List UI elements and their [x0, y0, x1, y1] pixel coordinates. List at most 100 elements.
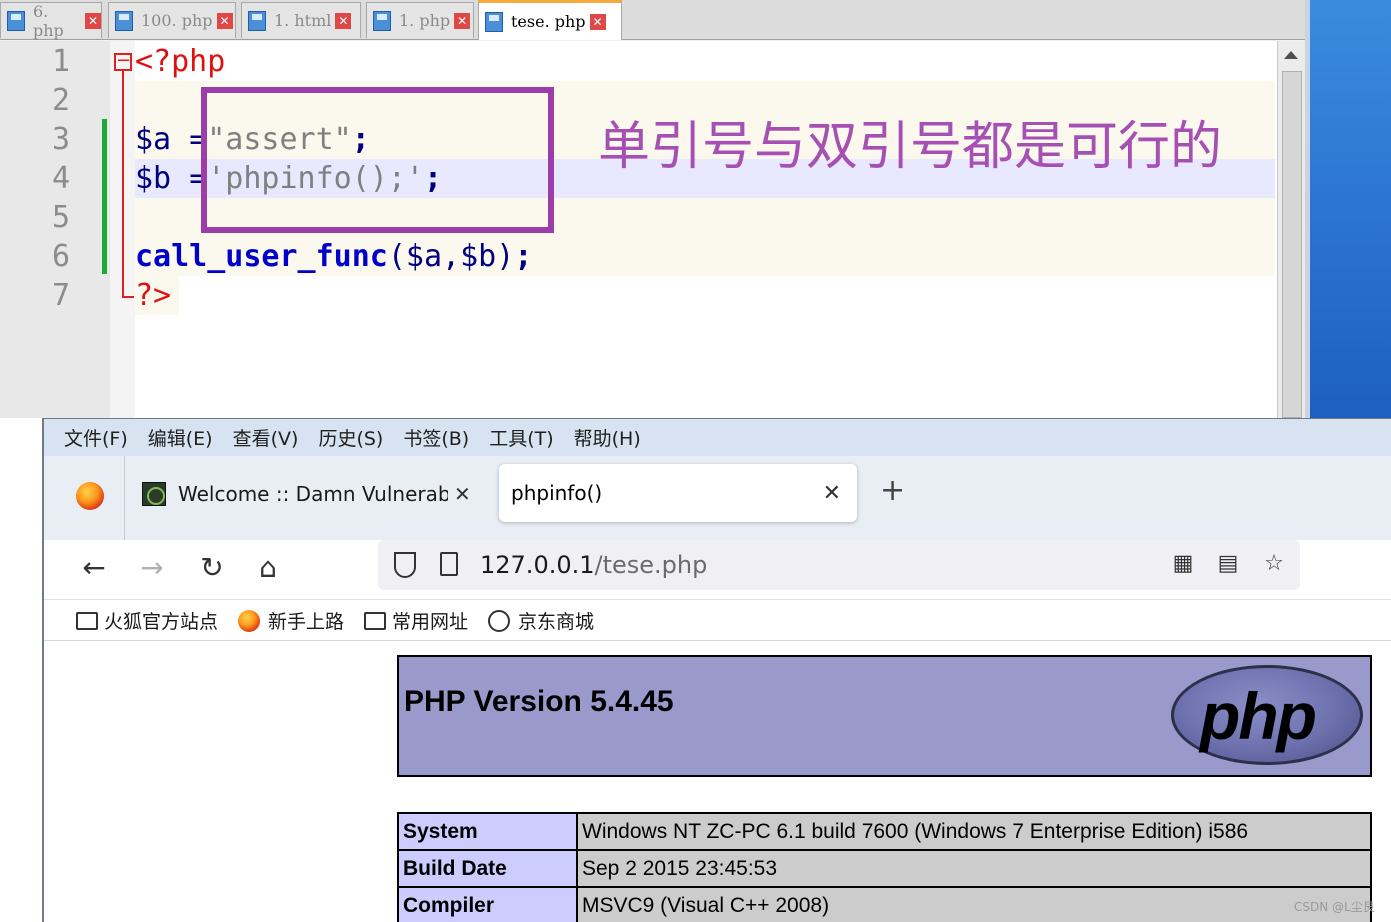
php-open-tag: <?php [135, 44, 226, 79]
file-tab[interactable]: 6. php ✕ [0, 1, 102, 40]
home-button[interactable]: ⌂ [250, 550, 286, 586]
file-tab[interactable]: 1. php ✕ [366, 2, 474, 38]
line-number: 4 [51, 161, 70, 196]
browser-tab-active[interactable]: phpinfo() ✕ [499, 464, 857, 522]
table-row: Build Date Sep 2 2015 23:45:53 [397, 849, 1372, 888]
menu-bar: 文件(F) 编辑(E) 查看(V) 历史(S) 书签(B) 工具(T) 帮助(H… [44, 419, 1391, 456]
line-number-gutter: 1 2 3 4 5 6 7 [0, 41, 110, 418]
php-logo[interactable]: php [1171, 665, 1363, 765]
code-line: <?php [135, 42, 1275, 81]
phpinfo-header: PHP Version 5.4.45 php [397, 655, 1372, 777]
code-token: $a [135, 122, 190, 157]
file-tab-active[interactable]: tese. php ✕ [478, 0, 622, 40]
desktop-background [1310, 0, 1391, 418]
scroll-up-icon[interactable] [1284, 51, 1298, 59]
tab-title: phpinfo() [511, 481, 603, 505]
table-value: MSVC9 (Visual C++ 2008) [576, 886, 1372, 922]
globe-icon [488, 609, 511, 632]
folder-icon [364, 611, 387, 630]
close-tab-icon[interactable]: ✕ [823, 481, 841, 506]
file-tab-label: tese. php [511, 12, 586, 31]
php-logo-text: php [1200, 679, 1317, 753]
file-tab-label: 6. php [33, 1, 64, 40]
address-bar[interactable]: 127.0.0.1/tese.php ▦ ▤ ☆ [378, 540, 1300, 590]
file-save-icon [373, 10, 391, 31]
table-value: Windows NT ZC-PC 6.1 build 7600 (Windows… [576, 812, 1372, 851]
menu-help[interactable]: 帮助(H) [574, 424, 641, 451]
close-icon[interactable]: ✕ [589, 13, 606, 30]
file-tab-bar: 6. php ✕ 100. php ✕ 1. html ✕ 1. php ✕ t… [0, 0, 1320, 40]
table-value: Sep 2 2015 23:45:53 [576, 849, 1372, 888]
annotation-text: 单引号与双引号都是可行的 [598, 117, 1223, 177]
code-token: ; [514, 239, 533, 274]
bookmark-item[interactable]: 火狐官方站点 [76, 607, 218, 634]
line-number: 3 [51, 122, 70, 157]
qr-code-icon[interactable]: ▦ [1171, 552, 1195, 576]
bookmark-label: 新手上路 [268, 611, 345, 633]
file-save-icon [115, 10, 133, 31]
file-tab-label: 100. php [141, 11, 213, 30]
file-save-icon [485, 11, 503, 32]
table-key: System [397, 812, 578, 851]
table-row: Compiler MSVC9 (Visual C++ 2008) [397, 886, 1372, 922]
phpinfo-table: System Windows NT ZC-PC 6.1 build 7600 (… [397, 812, 1372, 922]
php-version-title: PHP Version 5.4.45 [404, 685, 674, 718]
site-favicon-icon [142, 482, 166, 506]
browser-tab-strip: Welcome :: Damn Vulnerable ✕ phpinfo() ✕… [44, 456, 1391, 540]
code-token: $b [135, 161, 190, 196]
tracking-shield-icon[interactable] [394, 552, 416, 578]
fold-line [122, 71, 124, 297]
line-number: 2 [51, 83, 70, 118]
url-text[interactable]: 127.0.0.1/tese.php [480, 548, 707, 582]
bookmark-label: 火狐官方站点 [104, 611, 219, 633]
bookmark-label: 常用网址 [392, 611, 469, 633]
reload-button[interactable]: ↻ [194, 550, 230, 586]
bookmarks-toolbar: 火狐官方站点 新手上路 常用网址 京东商城 [44, 601, 1391, 641]
code-line: ?> [135, 276, 179, 315]
tab-title: Welcome :: Damn Vulnerable [178, 482, 448, 506]
firefox-icon [238, 609, 261, 632]
code-line: call_user_func($a,$b); [135, 237, 1275, 276]
bookmark-item[interactable]: 新手上路 [238, 607, 344, 634]
menu-edit[interactable]: 编辑(E) [148, 424, 213, 451]
line-number: 5 [51, 200, 70, 235]
reader-view-icon[interactable]: ▤ [1216, 552, 1240, 576]
fold-margin: − [102, 41, 135, 418]
new-tab-button[interactable]: + [880, 476, 905, 506]
bookmark-item[interactable]: 常用网址 [364, 607, 468, 634]
close-tab-icon[interactable]: ✕ [454, 482, 471, 506]
close-icon[interactable]: ✕ [216, 12, 233, 29]
code-editor-window: 6. php ✕ 100. php ✕ 1. html ✕ 1. php ✕ t… [0, 0, 1391, 418]
file-tab[interactable]: 1. html ✕ [241, 2, 361, 38]
menu-view[interactable]: 查看(V) [233, 424, 299, 451]
highlight-box [201, 87, 554, 233]
page-info-icon[interactable] [440, 552, 458, 576]
fold-toggle-icon[interactable]: − [114, 52, 132, 71]
code-function: call_user_func [135, 239, 388, 274]
folder-icon [76, 611, 98, 630]
bookmark-star-icon[interactable]: ☆ [1262, 552, 1286, 576]
scroll-thumb[interactable] [1282, 71, 1302, 418]
navigation-toolbar: ← → ↻ ⌂ 127.0.0.1/tese.php ▦ ▤ ☆ [44, 540, 1391, 600]
file-tab[interactable]: 100. php ✕ [108, 2, 236, 38]
back-button[interactable]: ← [76, 550, 112, 586]
close-icon[interactable]: ✕ [335, 12, 352, 29]
firefox-view-icon[interactable] [76, 482, 104, 510]
vertical-scrollbar[interactable] [1277, 41, 1305, 418]
screenshot-root: 6. php ✕ 100. php ✕ 1. html ✕ 1. php ✕ t… [0, 0, 1391, 922]
table-key: Build Date [397, 849, 578, 888]
browser-tab[interactable]: Welcome :: Damn Vulnerable ✕ [142, 468, 482, 520]
bookmark-item[interactable]: 京东商城 [488, 607, 594, 634]
menu-file[interactable]: 文件(F) [64, 424, 128, 451]
close-icon[interactable]: ✕ [454, 12, 471, 29]
forward-button[interactable]: → [134, 550, 170, 586]
table-key: Compiler [397, 886, 578, 922]
menu-tools[interactable]: 工具(T) [489, 424, 553, 451]
tab-separator [124, 456, 125, 540]
close-icon[interactable]: ✕ [85, 12, 101, 29]
menu-bookmarks[interactable]: 书签(B) [403, 424, 469, 451]
menu-history[interactable]: 历史(S) [318, 424, 383, 451]
bookmark-label: 京东商城 [518, 611, 595, 633]
line-number: 7 [51, 278, 70, 313]
url-path: /tese.php [594, 551, 708, 579]
